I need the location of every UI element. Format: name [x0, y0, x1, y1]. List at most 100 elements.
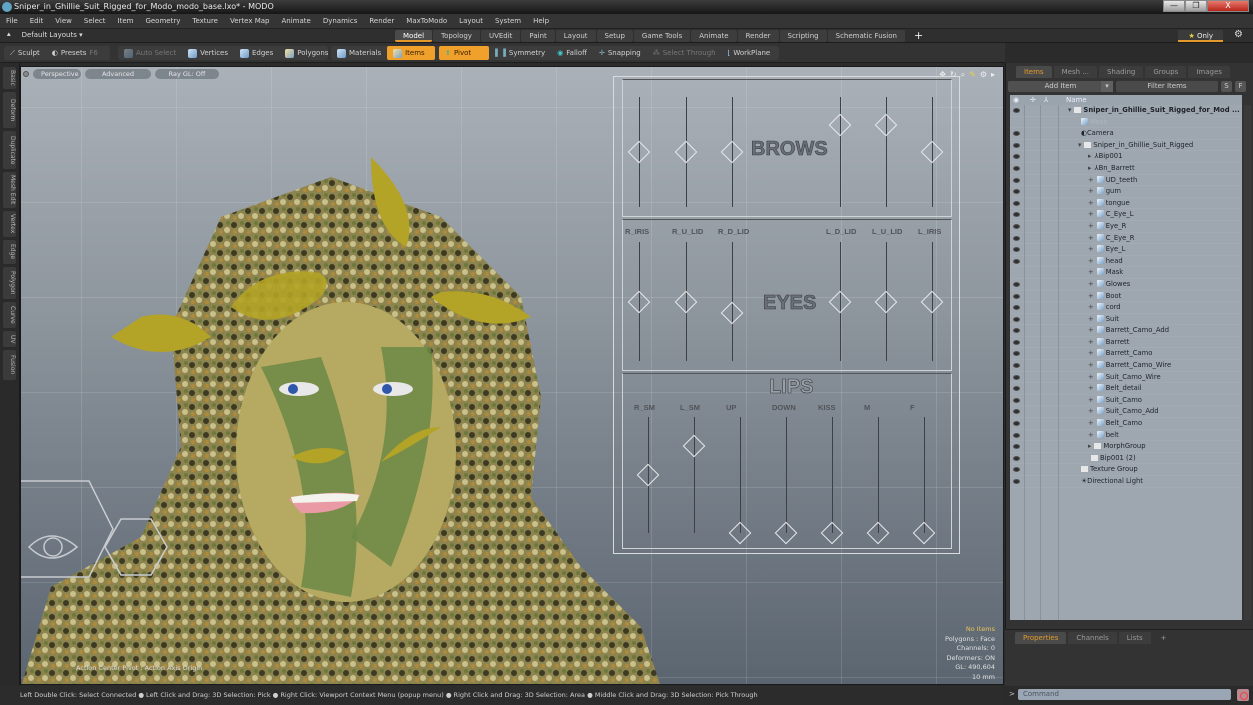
expand-toggle-icon[interactable]: + [1088, 234, 1094, 242]
visibility-eye-icon[interactable] [1013, 444, 1020, 450]
raygl-button[interactable]: Ray GL: Off [155, 69, 219, 79]
sculpt-button[interactable]: ⟋ Sculpt [4, 46, 46, 60]
tree-item[interactable]: + cord [1010, 302, 1242, 314]
menu-texture[interactable]: Texture [192, 17, 218, 25]
tree-item[interactable]: ▸ MorphGroup [1010, 441, 1242, 453]
expand-toggle-icon[interactable]: + [1088, 407, 1094, 415]
menu-select[interactable]: Select [84, 17, 106, 25]
tab-topology[interactable]: Topology [433, 30, 480, 42]
properties-tab-properties[interactable]: Properties [1015, 632, 1067, 644]
visibility-eye-icon[interactable] [1013, 432, 1020, 438]
edges-button[interactable]: Edges [234, 46, 279, 60]
visibility-eye-icon[interactable] [1013, 108, 1020, 113]
tab-setup[interactable]: Setup [596, 30, 633, 42]
tree-item[interactable]: + Suit_Camo_Add [1010, 406, 1242, 419]
visibility-eye-icon[interactable] [1013, 374, 1020, 380]
menu-maxtomodo[interactable]: MaxToModo [406, 17, 447, 25]
properties-tab-channels[interactable]: Channels [1068, 632, 1117, 644]
visibility-eye-icon[interactable] [1013, 177, 1020, 183]
tree-item[interactable]: + Suit_Camo_Wire [1010, 372, 1242, 384]
command-input[interactable]: Command [1018, 689, 1231, 700]
items-tab-images[interactable]: Images [1188, 66, 1230, 78]
properties-tab-lists[interactable]: Lists [1118, 632, 1151, 644]
visibility-eye-icon[interactable] [1013, 363, 1020, 369]
visibility-eye-icon[interactable] [1013, 212, 1020, 218]
visibility-eye-icon[interactable] [1013, 316, 1020, 322]
visibility-header-icon[interactable]: ◉ [1013, 95, 1019, 105]
expand-toggle-icon[interactable]: + [1088, 222, 1094, 230]
tab-scripting[interactable]: Scripting [779, 30, 827, 42]
expand-toggle-icon[interactable]: + [1088, 199, 1094, 207]
viewport-arrow-icon[interactable]: ▸ [991, 70, 995, 80]
tree-item[interactable]: + UD_teeth [1010, 175, 1242, 187]
tab-animate[interactable]: Animate [691, 30, 737, 42]
auto-select-button[interactable]: Auto Select [118, 46, 182, 60]
tree-item[interactable]: + Belt_Camo [1010, 418, 1242, 430]
tree-item[interactable]: Texture Group [1010, 464, 1242, 476]
visibility-eye-icon[interactable] [1013, 189, 1020, 195]
viewport-navigation-widget[interactable] [21, 477, 191, 619]
add-item-button[interactable]: Add Item ▾ [1008, 81, 1113, 92]
falloff-button[interactable]: ◉ Falloff [551, 46, 593, 60]
lock-header-icon[interactable]: ✛ [1030, 95, 1036, 105]
view-type-button[interactable]: Perspective [33, 69, 81, 79]
tab-schematic-fusion[interactable]: Schematic Fusion [827, 30, 905, 42]
3d-viewport[interactable]: Perspective Advanced Ray GL: Off ✥ ↻ ⌕ ✎… [20, 66, 1004, 685]
menu-edit[interactable]: Edit [30, 17, 44, 25]
visibility-eye-icon[interactable] [1013, 258, 1020, 264]
menu-layout[interactable]: Layout [459, 17, 483, 25]
sidebar-tab-mesh-edit[interactable]: Mesh Edit [3, 172, 16, 208]
tree-item[interactable]: + Barrett_Camo_Add [1010, 325, 1242, 337]
menu-file[interactable]: File [6, 17, 18, 25]
f-button[interactable]: F [1235, 81, 1246, 92]
expand-toggle-icon[interactable]: ▸ [1088, 164, 1091, 172]
expand-toggle-icon[interactable]: ▾ [1078, 141, 1081, 149]
tree-item[interactable]: + Suit_Camo [1010, 395, 1242, 407]
tree-item[interactable]: Mesh [1010, 117, 1242, 129]
sidebar-tab-deform[interactable]: Deform [3, 92, 16, 128]
add-item-dropdown-icon[interactable]: ▾ [1101, 81, 1113, 92]
visibility-eye-icon[interactable] [1013, 305, 1020, 311]
sidebar-tab-uv[interactable]: UV [3, 331, 16, 347]
sidebar-tab-curve[interactable]: Curve [3, 302, 16, 328]
menu-dynamics[interactable]: Dynamics [323, 17, 358, 25]
visibility-eye-icon[interactable] [1013, 154, 1020, 160]
expand-toggle-icon[interactable]: + [1088, 187, 1094, 195]
tree-item[interactable]: + head [1010, 256, 1242, 268]
zoom-view-icon[interactable]: ⌕ [961, 70, 965, 80]
gear-icon[interactable]: ⚙ [1234, 29, 1243, 40]
menu-geometry[interactable]: Geometry [145, 17, 180, 25]
sidebar-tab-basic[interactable]: Basic [3, 67, 16, 89]
menu-animate[interactable]: Animate [281, 17, 310, 25]
record-macro-button[interactable] [1237, 689, 1249, 701]
tab-model[interactable]: Model [395, 30, 433, 42]
tree-item[interactable]: + C_Eye_R [1010, 233, 1242, 245]
expand-toggle-icon[interactable]: + [1088, 419, 1094, 427]
visibility-eye-icon[interactable] [1013, 409, 1020, 415]
tree-item[interactable]: + gum [1010, 186, 1242, 198]
visibility-eye-icon[interactable] [1013, 421, 1020, 427]
visibility-eye-icon[interactable] [1013, 351, 1020, 357]
viewport-menu-dot[interactable] [23, 71, 29, 77]
tree-item[interactable]: + Barrett [1010, 337, 1242, 349]
expand-toggle-icon[interactable]: + [1088, 176, 1094, 184]
item-tree-scrollbar[interactable] [1244, 105, 1251, 620]
tree-item[interactable]: + Boot [1010, 291, 1242, 303]
items-tab-groups[interactable]: Groups [1145, 66, 1187, 78]
expand-toggle-icon[interactable]: + [1088, 245, 1094, 253]
visibility-eye-icon[interactable] [1013, 131, 1020, 137]
visibility-eye-icon[interactable] [1013, 200, 1020, 206]
visibility-eye-icon[interactable] [1013, 142, 1020, 148]
name-column-header[interactable]: Name [1066, 95, 1087, 105]
visibility-eye-icon[interactable] [1013, 397, 1020, 403]
visibility-eye-icon[interactable] [1013, 455, 1020, 461]
snapping-button[interactable]: ✛ Snapping [593, 46, 647, 60]
shading-button[interactable]: Advanced [85, 69, 151, 79]
visibility-eye-icon[interactable] [1013, 235, 1020, 241]
sidebar-tab-edge[interactable]: Edge [3, 240, 16, 264]
presets-button[interactable]: ◐ Presets F6 [46, 46, 104, 60]
tab-render[interactable]: Render [737, 30, 779, 42]
expand-toggle-icon[interactable]: + [1088, 396, 1094, 404]
expand-toggle-icon[interactable]: + [1088, 338, 1094, 346]
expand-toggle-icon[interactable]: + [1088, 326, 1094, 334]
